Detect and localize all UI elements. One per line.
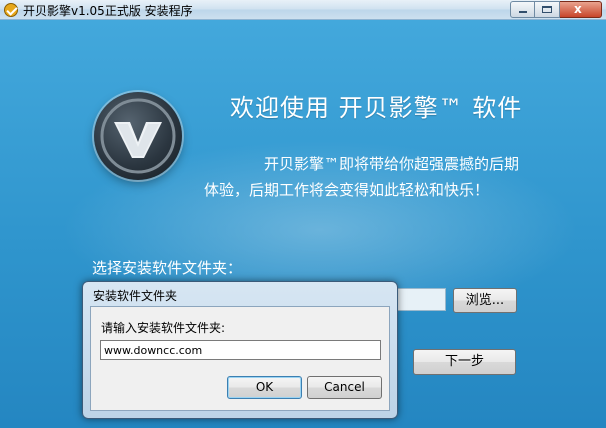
description-line-1: 开贝影擎™即将带给你超强震撼的后期 <box>264 155 520 173</box>
window-title: 开贝影擎v1.05正式版 安装程序 <box>23 4 193 18</box>
minimize-button[interactable] <box>510 1 535 18</box>
close-icon: x <box>574 2 582 16</box>
window-controls: x <box>510 1 602 18</box>
dialog-body: 请输入安装软件文件夹: OK Cancel <box>90 306 390 411</box>
folder-path-field[interactable] <box>100 340 381 360</box>
cancel-button[interactable]: Cancel <box>307 376 382 399</box>
close-button[interactable]: x <box>560 1 602 18</box>
welcome-headline: 欢迎使用 开贝影擎™ 软件 <box>230 94 523 122</box>
install-path-input[interactable] <box>396 288 446 311</box>
maximize-icon <box>542 6 552 13</box>
app-check-icon <box>4 3 18 17</box>
title-bar[interactable]: 开贝影擎v1.05正式版 安装程序 x <box>0 0 606 20</box>
description-line-2: 体验，后期工作将会变得如此轻松和快乐！ <box>204 181 490 199</box>
v-logo-icon <box>94 92 182 180</box>
dialog-title: 安装软件文件夹 <box>93 289 178 303</box>
description: 开贝影擎™即将带给你超强震撼的后期 体验，后期工作将会变得如此轻松和快乐！ <box>204 151 520 203</box>
ok-button[interactable]: OK <box>227 376 302 399</box>
dialog-prompt: 请输入安装软件文件夹: <box>101 321 226 335</box>
minimize-icon <box>519 11 527 13</box>
next-button[interactable]: 下一步 <box>413 349 516 375</box>
browse-button[interactable]: 浏览... <box>453 288 517 313</box>
install-folder-dialog: 安装软件文件夹 请输入安装软件文件夹: OK Cancel <box>82 281 398 419</box>
folder-label: 选择安装软件文件夹： <box>92 259 243 277</box>
maximize-button[interactable] <box>535 1 560 18</box>
